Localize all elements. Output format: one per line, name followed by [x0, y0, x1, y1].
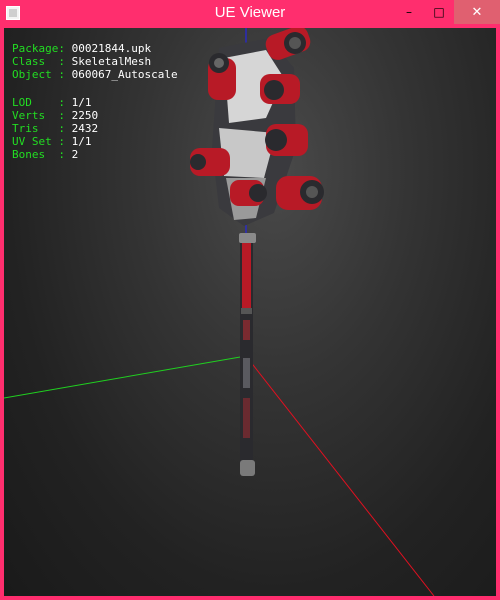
- minimize-button[interactable]: –: [394, 0, 424, 24]
- package-value: 00021844.upk: [71, 42, 152, 55]
- object-value: 060067_Autoscale: [71, 68, 178, 81]
- tris-value: 2432: [71, 122, 99, 135]
- title-bar[interactable]: UE Viewer – □ ✕: [0, 0, 500, 28]
- 3d-viewport[interactable]: Package: 00021844.upk Class : SkeletalMe…: [4, 28, 496, 596]
- lod-label: LOD :: [12, 96, 65, 109]
- mesh-info-panel: Package: 00021844.upk Class : SkeletalMe…: [12, 42, 178, 161]
- maximize-button[interactable]: □: [424, 0, 454, 24]
- mace-spike-3: [208, 53, 236, 100]
- x-axis-line: [245, 355, 435, 596]
- object-label: Object :: [12, 68, 65, 81]
- mace-spike-4: [265, 124, 308, 156]
- close-button[interactable]: ✕: [454, 0, 500, 24]
- class-value: SkeletalMesh: [71, 55, 152, 68]
- uvset-value: 1/1: [71, 135, 92, 148]
- window-controls: – □ ✕: [394, 0, 500, 24]
- bones-value: 2: [71, 148, 79, 161]
- uvset-label: UV Set :: [12, 135, 65, 148]
- class-label: Class :: [12, 55, 65, 68]
- tris-label: Tris :: [12, 122, 65, 135]
- mace-pommel: [240, 460, 255, 476]
- y-axis-line: [4, 355, 247, 399]
- verts-label: Verts :: [12, 109, 65, 122]
- lod-value: 1/1: [71, 96, 92, 109]
- verts-value: 2250: [71, 109, 99, 122]
- app-window: UE Viewer – □ ✕ Package: 00021844.upk Cl…: [0, 0, 500, 600]
- mace-spike-2: [260, 74, 300, 104]
- mace-spike-6: [276, 176, 324, 210]
- mace-spike-5: [190, 148, 230, 176]
- package-label: Package:: [12, 42, 65, 55]
- bones-label: Bones :: [12, 148, 65, 161]
- mace-spike-7: [230, 180, 267, 206]
- mace-model: [190, 28, 324, 476]
